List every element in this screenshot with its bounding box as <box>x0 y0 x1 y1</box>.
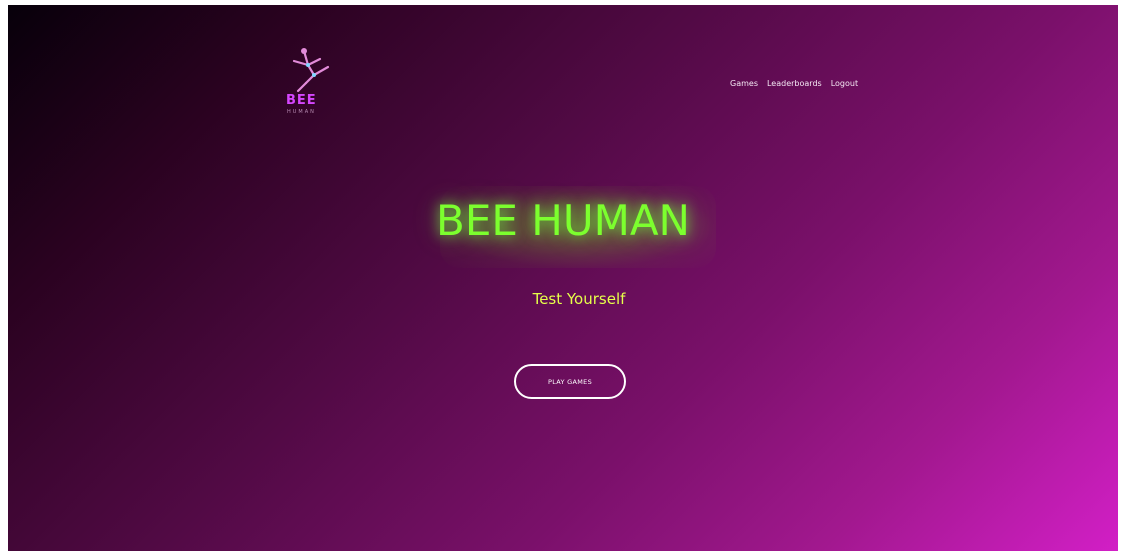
play-games-button[interactable]: PLAY GAMES <box>514 364 626 399</box>
hero-subtitle: Test Yourself <box>532 290 626 308</box>
dancing-figure-icon <box>292 48 330 93</box>
nav-logout-link[interactable]: Logout <box>831 79 858 88</box>
logo-wordmark: BEE <box>286 93 317 108</box>
logo[interactable]: BEE HUMAN <box>278 47 338 125</box>
hero-title: BEE HUMAN <box>436 196 690 245</box>
logo-subtext: HUMAN <box>287 109 316 115</box>
main-nav: Games Leaderboards Logout <box>730 79 858 88</box>
page-frame: BEE HUMAN Games Leaderboards Logout BEE … <box>8 5 1118 551</box>
nav-games-link[interactable]: Games <box>730 79 758 88</box>
nav-leaderboards-link[interactable]: Leaderboards <box>767 79 822 88</box>
